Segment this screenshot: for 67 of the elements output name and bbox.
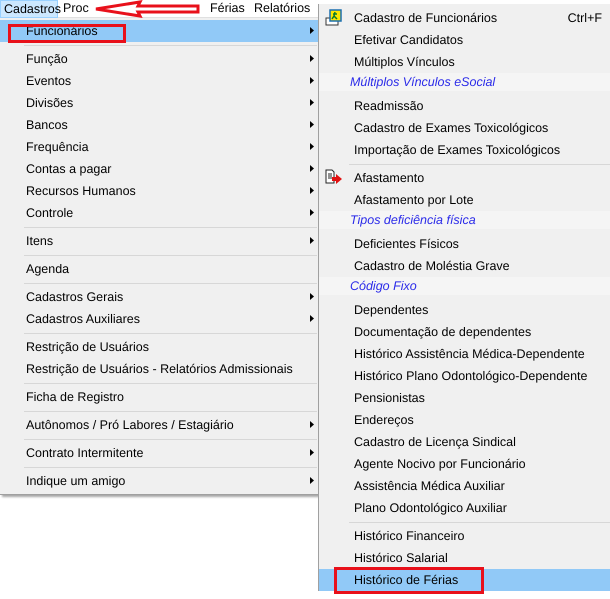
submenu-arrow-icon xyxy=(310,477,314,484)
menu-item[interactable]: Função xyxy=(0,48,319,70)
menu-item[interactable]: Cadastros Gerais xyxy=(0,286,319,308)
menu-bar-item[interactable]: Cadastros xyxy=(0,0,58,18)
menu-item[interactable]: Bancos xyxy=(0,114,319,136)
menu-item[interactable]: Endereços xyxy=(319,409,610,431)
menu-bar-item[interactable]: Proc xyxy=(60,0,205,18)
menu-item[interactable]: Cadastros Auxiliares xyxy=(0,308,319,330)
menu-item[interactable]: Restrição de Usuários xyxy=(0,336,319,358)
menu-item[interactable]: Histórico Financeiro xyxy=(319,525,610,547)
submenu-arrow-icon xyxy=(310,237,314,244)
section-header: Código Fixo xyxy=(350,278,417,295)
menu-item[interactable]: Afastamento xyxy=(319,167,610,189)
menu-item[interactable]: Cadastro de Licença Sindical xyxy=(319,431,610,453)
menu-bar-item[interactable]: Férias xyxy=(207,0,247,18)
menu-item[interactable]: Histórico Assistência Médica-Dependente xyxy=(319,343,610,365)
menu-item[interactable]: Contrato Intermitente xyxy=(0,442,319,464)
menu-item[interactable]: Cadastro de Moléstia Grave xyxy=(319,255,610,277)
menu-item[interactable]: Funcionários xyxy=(0,20,319,42)
submenu-arrow-icon xyxy=(310,99,314,106)
menu-item[interactable]: Itens xyxy=(0,230,319,252)
shortcut-label: Ctrl+F xyxy=(568,10,602,27)
menu-item[interactable]: Agente Nocivo por Funcionário xyxy=(319,453,610,475)
menu-item[interactable]: Importação de Exames Toxicológicos xyxy=(319,139,610,161)
menu-item[interactable]: Dependentes xyxy=(319,299,610,321)
menu-item[interactable]: Ficha de Registro xyxy=(0,386,319,408)
menu-item[interactable]: Afastamento por Lote xyxy=(319,189,610,211)
runner-icon xyxy=(325,9,343,27)
section-header: Tipos deficiência física xyxy=(350,212,476,229)
submenu-arrow-icon xyxy=(310,27,314,34)
menu-item[interactable]: Plano Odontológico Auxiliar xyxy=(319,497,610,519)
menu-item[interactable]: Cadastro de Funcionários Ctrl+F xyxy=(319,7,610,29)
menu-item[interactable]: Histórico Salarial xyxy=(319,547,610,569)
menu-item[interactable]: Cadastro de Exames Toxicológicos xyxy=(319,117,610,139)
submenu-arrow-icon xyxy=(310,165,314,172)
menu-item[interactable]: Recursos Humanos xyxy=(0,180,319,202)
menu-item[interactable]: Readmissão xyxy=(319,95,610,117)
menu-item[interactable]: Documentação de dependentes xyxy=(319,321,610,343)
menu-item[interactable]: Histórico Plano Odontológico-Dependente xyxy=(319,365,610,387)
submenu-arrow-icon xyxy=(310,55,314,62)
menu-bar-item[interactable]: Relatórios xyxy=(251,0,315,18)
submenu-arrow-icon xyxy=(310,421,314,428)
menu-item[interactable]: Contas a pagar xyxy=(0,158,319,180)
menu-item[interactable]: Deficientes Físicos xyxy=(319,233,610,255)
menu-item[interactable]: Agenda xyxy=(0,258,319,280)
submenu-arrow-icon xyxy=(310,121,314,128)
submenu-arrow-icon xyxy=(310,293,314,300)
menu-item[interactable]: Pensionistas xyxy=(319,387,610,409)
menu-item[interactable]: Divisões xyxy=(0,92,319,114)
submenu-arrow-icon xyxy=(310,77,314,84)
menu-item[interactable]: Eventos xyxy=(0,70,319,92)
menu-item[interactable]: Controle xyxy=(0,202,319,224)
document-arrow-icon xyxy=(325,169,343,185)
section-header: Múltiplos Vínculos eSocial xyxy=(350,74,496,91)
menu-item[interactable]: Múltiplos Vínculos xyxy=(319,51,610,73)
menu-item[interactable]: Assistência Médica Auxiliar xyxy=(319,475,610,497)
menu-item[interactable]: Efetivar Candidatos xyxy=(319,29,610,51)
menu-item[interactable]: Autônomos / Pró Labores / Estagiário xyxy=(0,414,319,436)
menu-item[interactable]: Restrição de Usuários - Relatórios Admissionais xyxy=(0,358,319,380)
submenu-arrow-icon xyxy=(310,143,314,150)
submenu-arrow-icon xyxy=(310,187,314,194)
submenu-arrow-icon xyxy=(310,315,314,322)
submenu-arrow-icon xyxy=(310,449,314,456)
menu-item[interactable]: Frequência xyxy=(0,136,319,158)
menu-item[interactable]: Histórico de Férias xyxy=(319,569,610,591)
menu-item[interactable]: Indique um amigo xyxy=(0,470,319,492)
submenu-arrow-icon xyxy=(310,209,314,216)
